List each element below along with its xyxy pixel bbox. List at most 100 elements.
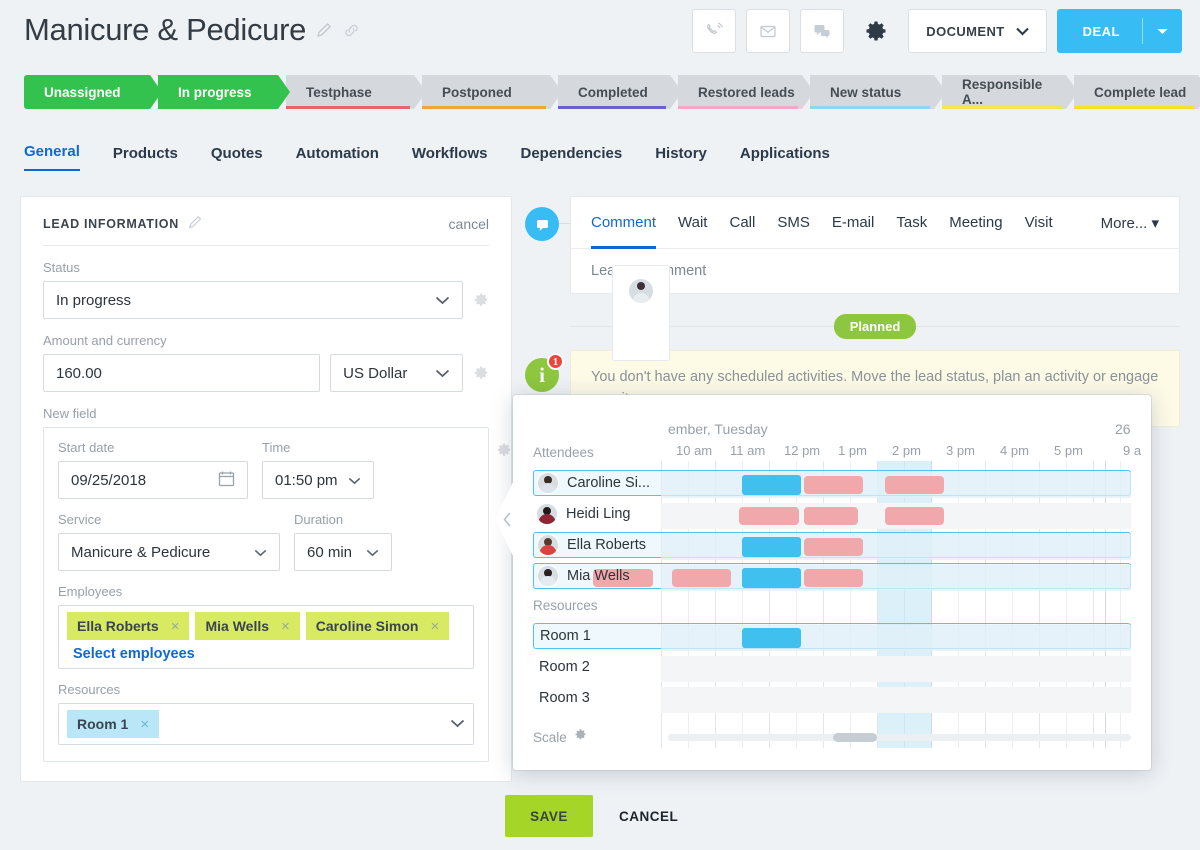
pipeline-stage[interactable]: New status [810,75,946,109]
row-identity: Caroline Si... [534,472,662,494]
gear-icon[interactable] [496,442,512,458]
scale-control: Scale [533,728,587,746]
scheduler-date-header-next: 26 [1115,421,1131,437]
gear-icon[interactable] [854,9,898,53]
busy-block[interactable] [671,569,732,587]
busy-block[interactable] [804,476,864,494]
row-name: Caroline Si... [567,475,651,491]
remove-tag-icon[interactable]: × [281,618,290,635]
document-dropdown-button[interactable]: DOCUMENT [908,9,1047,53]
select-employees-link[interactable]: Select employees [73,646,195,662]
pipeline-stage[interactable]: Restored leads [678,75,814,109]
tag[interactable]: Caroline Simon × [305,612,450,640]
busy-block[interactable] [885,507,945,525]
scale-slider[interactable] [668,733,1131,742]
pipeline-stage[interactable]: Responsible A... [942,75,1078,109]
remove-tag-icon[interactable]: × [171,618,180,635]
deal-button[interactable]: DEAL [1056,9,1182,53]
row-timeline-lane[interactable] [593,565,1131,591]
resources-tagbox[interactable]: Room 1 × [58,703,474,745]
status-value: In progress [56,291,132,309]
busy-block[interactable] [739,507,799,525]
status-select[interactable]: In progress [43,281,463,319]
tag[interactable]: Room 1 × [67,710,160,738]
currency-select[interactable]: US Dollar [330,354,463,392]
activity-tab-sms[interactable]: SMS [777,197,810,249]
service-select[interactable]: Manicure & Pedicure [58,533,280,571]
hour-tick: 12 pm [784,443,821,458]
employees-tagbox[interactable]: Ella Roberts × Mia Wells × Caroline Simon × Se… [58,605,474,669]
row-identity: Room 2 [533,659,661,675]
lead-info-header: LEAD INFORMATION cancel [21,197,511,232]
activity-tab-visit[interactable]: Visit [1025,197,1053,249]
envelope-icon[interactable] [746,9,791,53]
selected-slot-block[interactable] [741,628,802,648]
pipeline-stage[interactable]: Unassigned [24,75,162,109]
busy-block[interactable] [804,538,864,556]
phone-icon[interactable] [692,9,737,53]
gear-icon[interactable] [473,292,489,308]
form-footer: SAVE CANCEL [0,782,1200,850]
busy-block[interactable] [885,476,945,494]
tab-products[interactable]: Products [113,145,178,171]
pipeline-stage[interactable]: In progress [158,75,290,109]
pipeline-stage[interactable]: Complete lead [1074,75,1200,109]
lead-info-cancel-link[interactable]: cancel [449,216,489,232]
pipeline-stage[interactable]: Completed [558,75,682,109]
deal-dropdown-arrow-icon[interactable] [1143,28,1182,35]
pencil-icon[interactable] [316,22,333,39]
row-identity: Heidi Ling [533,503,661,525]
pipeline-stage[interactable]: Testphase [286,75,426,109]
scale-slider-thumb[interactable] [833,733,877,742]
activity-tab-email[interactable]: E-mail [832,197,875,249]
pipeline-stage-accent [810,106,930,109]
busy-block[interactable] [804,507,858,525]
save-button[interactable]: SAVE [505,795,593,837]
tag[interactable]: Mia Wells × [195,612,300,640]
gear-icon[interactable] [574,728,587,746]
remove-tag-icon[interactable]: × [430,618,439,635]
activity-tab-call[interactable]: Call [729,197,755,249]
time-select[interactable]: 01:50 pm [262,461,374,499]
chevron-down-icon [435,292,450,309]
selected-slot-block[interactable] [741,568,802,588]
activity-tab-meeting[interactable]: Meeting [949,197,1002,249]
avatar [537,534,559,556]
activity-tab-comment[interactable]: Comment [591,197,656,249]
gear-icon[interactable] [473,365,489,381]
tag-label: Ella Roberts [77,618,159,634]
tab-automation[interactable]: Automation [296,145,379,171]
tag[interactable]: Ella Roberts × [67,612,190,640]
activity-tab-wait[interactable]: Wait [678,197,707,249]
row-timeline-lane[interactable] [661,656,1131,682]
remove-tag-icon[interactable]: × [140,716,149,733]
selected-slot-block[interactable] [741,537,802,557]
start-date-label: Start date [58,440,115,455]
tab-history[interactable]: History [655,145,707,171]
tab-workflows[interactable]: Workflows [412,145,488,171]
row-timeline-lane[interactable] [661,472,1131,498]
calendar-icon[interactable] [218,470,235,491]
pencil-icon[interactable] [188,215,205,232]
pipeline-stage[interactable]: Postponed [422,75,562,109]
start-date-input[interactable]: 09/25/2018 [58,461,248,499]
tab-general[interactable]: General [24,143,80,171]
tab-quotes[interactable]: Quotes [211,145,263,171]
duration-select[interactable]: 60 min [294,533,392,571]
busy-block[interactable] [804,569,864,587]
chevron-down-icon[interactable] [450,715,465,733]
chat-icon[interactable] [800,9,845,53]
cancel-button[interactable]: CANCEL [619,809,678,824]
activity-tab-task[interactable]: Task [896,197,927,249]
selected-slot-block[interactable] [741,475,802,495]
amount-input[interactable]: 160.00 [43,354,321,392]
link-icon[interactable] [343,22,360,39]
page-header: Manicure & Pedicure DOCUMENT DEAL [0,0,1200,68]
activity-more-dropdown[interactable]: More... ▾ [1101,214,1159,232]
row-timeline-lane[interactable] [661,534,1131,560]
tab-applications[interactable]: Applications [740,145,830,171]
row-timeline-lane[interactable] [661,687,1131,713]
tab-dependencies[interactable]: Dependencies [520,145,622,171]
row-timeline-lane[interactable] [661,625,1131,651]
row-timeline-lane[interactable] [661,503,1131,529]
